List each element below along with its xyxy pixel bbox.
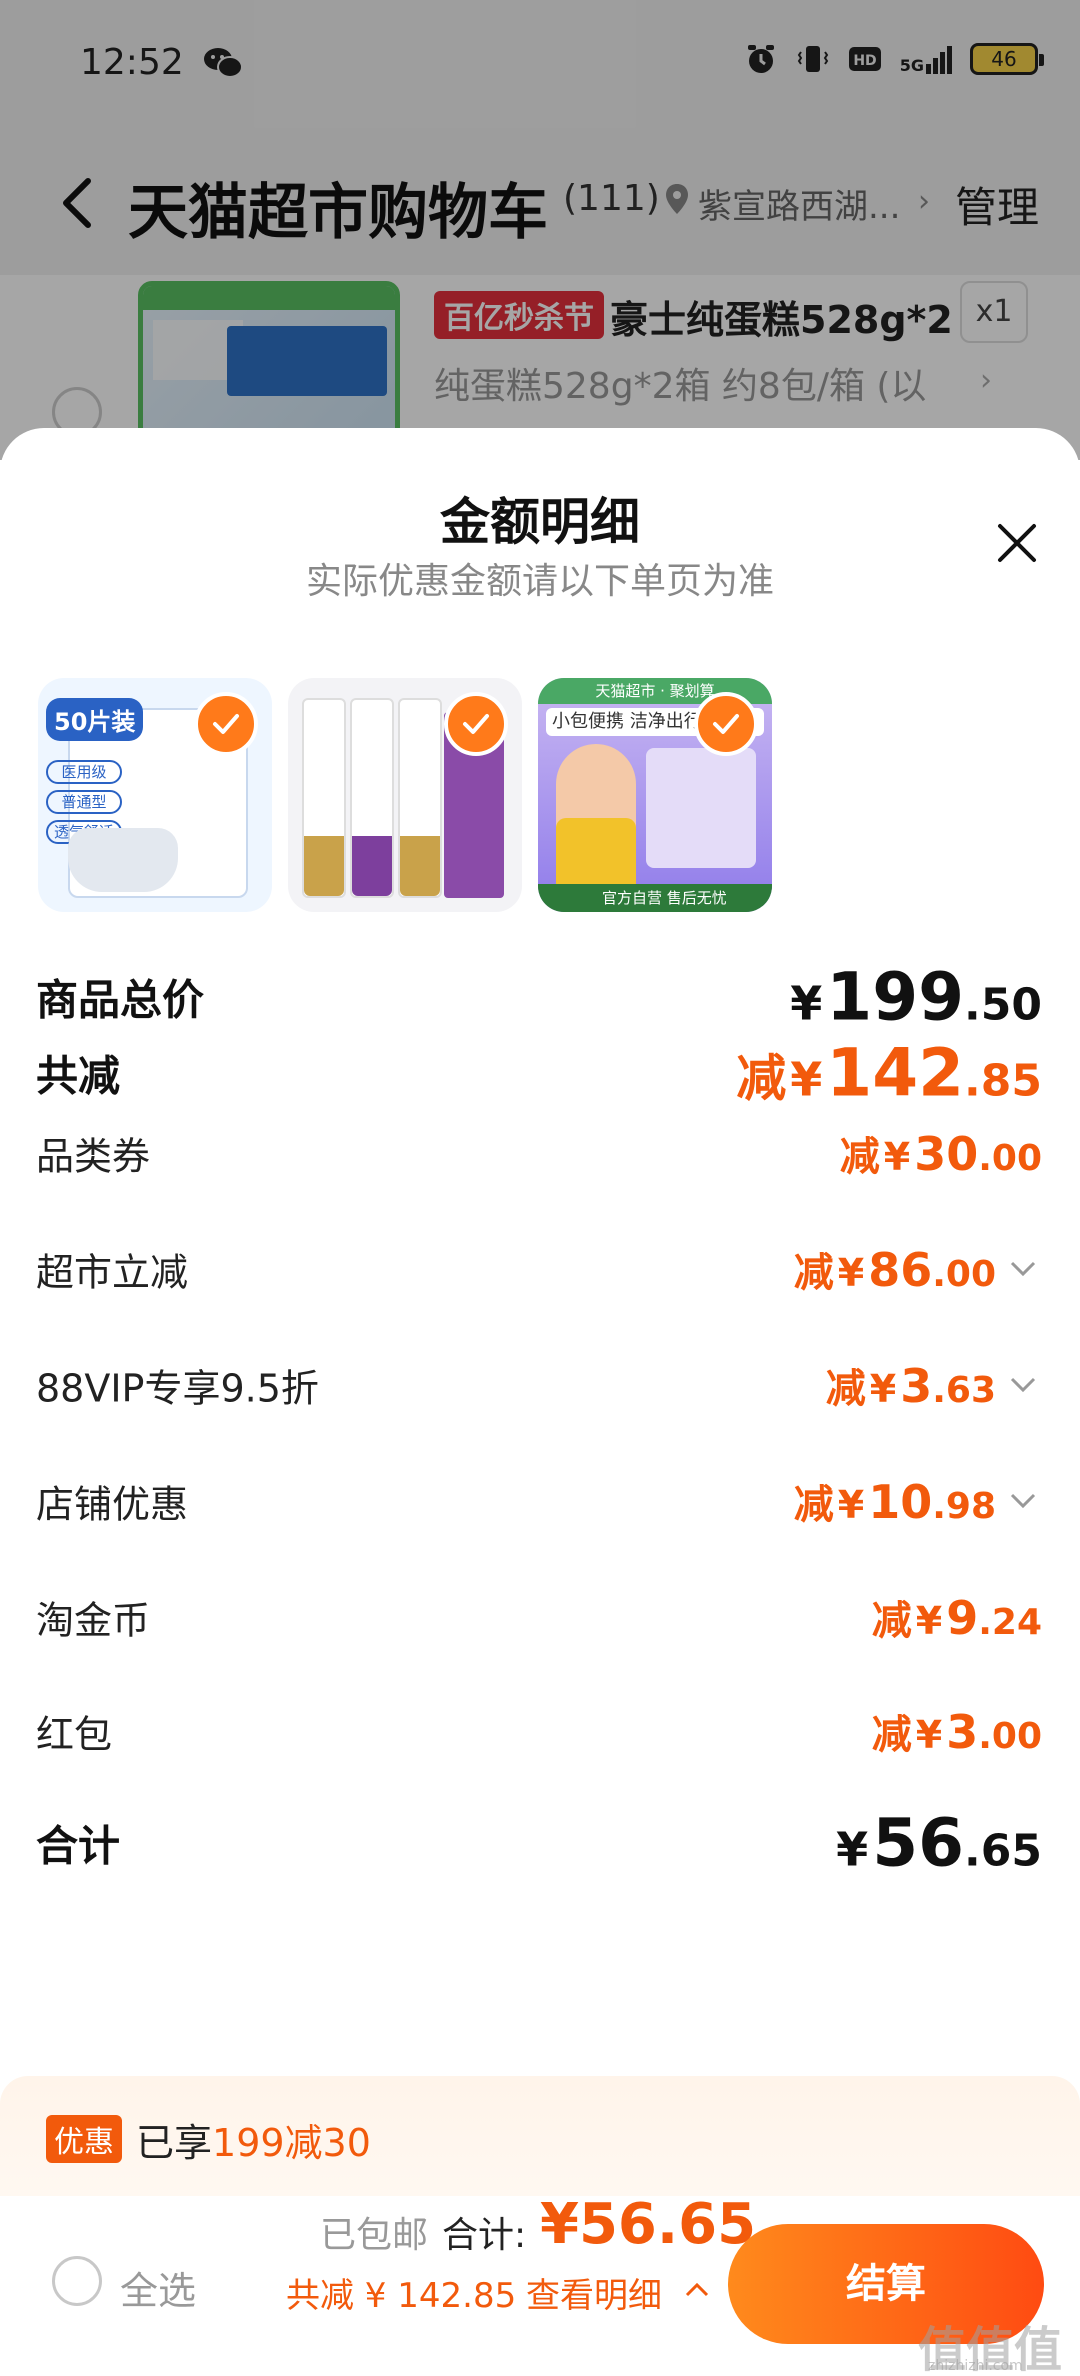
row-amount: 减 ¥3.63 — [826, 1356, 1038, 1414]
row-label: 店铺优惠 — [36, 1482, 189, 1527]
product-footer: 官方自营 售后无忧 — [538, 884, 772, 912]
row-amount: 减 ¥86.00 — [794, 1240, 1038, 1298]
product-thumbnail-mask[interactable]: 50片装 医用级 普通型 透气舒适 — [38, 678, 272, 912]
row-label: 合计 — [36, 1821, 121, 1871]
select-all-radio[interactable] — [52, 2256, 102, 2306]
sheet-title: 金额明细 — [440, 493, 640, 551]
row-label: 88VIP专享9.5折 — [36, 1366, 319, 1411]
feature-pill: 普通型 — [46, 790, 122, 814]
row-amount: 减 ¥3.00 — [871, 1705, 1042, 1759]
chevron-down-icon[interactable] — [1008, 1491, 1038, 1511]
row-amount: 减 ¥10.98 — [794, 1472, 1038, 1530]
total-amount: ¥56.65 — [540, 2192, 757, 2257]
product-thumbnail-wipes[interactable]: 天猫超市 · 聚划算 小包便携 洁净出行 官方自营 售后无忧 — [538, 678, 772, 912]
row-amount: ¥56.65 — [836, 1804, 1042, 1882]
chevron-down-icon[interactable] — [1008, 1375, 1038, 1395]
row-supermarket-discount[interactable]: 超市立减 减 ¥86.00 — [36, 1224, 1042, 1314]
free-shipping-label: 已包邮 — [320, 2215, 429, 2256]
row-label: 共减 — [36, 1051, 121, 1101]
checkmark-icon — [694, 692, 758, 756]
promo-strip: 优惠 已享199减30 — [0, 2076, 1080, 2196]
close-icon[interactable] — [994, 520, 1040, 566]
feature-pill: 医用级 — [46, 760, 122, 784]
row-label: 超市立减 — [36, 1250, 189, 1295]
row-amount: 减 ¥9.24 — [871, 1591, 1042, 1645]
dim-overlay[interactable] — [0, 0, 1080, 460]
row-amount: 减 ¥30.00 — [839, 1127, 1042, 1181]
chevron-down-icon[interactable] — [1008, 1259, 1038, 1279]
row-88vip-discount[interactable]: 88VIP专享9.5折 减 ¥3.63 — [36, 1340, 1042, 1430]
watermark-url: zhizhizhi.com — [928, 2358, 1023, 2374]
view-details-link[interactable]: 查看明细 — [526, 2268, 662, 2317]
selected-products: 50片装 医用级 普通型 透气舒适 天猫超市 · 聚划算 小包便携 洁净出行 — [38, 678, 772, 912]
row-red-packet: 红包 减 ¥3.00 — [36, 1686, 1042, 1776]
row-label: 淘金币 — [36, 1598, 151, 1643]
saved-amount: 共减 ¥ 142.85 — [286, 2276, 517, 2316]
pack-size-badge: 50片装 — [46, 698, 144, 741]
row-label: 红包 — [36, 1712, 113, 1757]
row-label: 品类券 — [36, 1134, 151, 1179]
product-thumbnail-toothpaste[interactable] — [288, 678, 522, 912]
promo-badge: 优惠 — [46, 2115, 122, 2163]
row-store-discount[interactable]: 店铺优惠 减 ¥10.98 — [36, 1456, 1042, 1546]
row-amount: 减 ¥142.85 — [736, 1034, 1042, 1112]
chevron-up-icon[interactable] — [684, 2280, 710, 2298]
promo-text: 已享199减30 — [136, 2121, 371, 2165]
row-amount: ¥199.50 — [790, 958, 1042, 1036]
checkmark-icon — [444, 692, 508, 756]
promo-highlight: 199减30 — [212, 2121, 371, 2165]
row-total: 合计 ¥56.65 — [36, 1798, 1042, 1888]
row-taojinbi: 淘金币 减 ¥9.24 — [36, 1572, 1042, 1662]
row-category-coupon: 品类券 减 ¥30.00 — [36, 1108, 1042, 1198]
select-all-label[interactable]: 全选 — [120, 2260, 196, 2315]
total-label: 合计: — [442, 2215, 527, 2256]
checkmark-icon — [194, 692, 258, 756]
row-total-discount: 共减 减 ¥142.85 — [36, 1028, 1042, 1118]
sheet-subtitle: 实际优惠金额请以下单页为准 — [305, 561, 774, 602]
row-label: 商品总价 — [36, 975, 205, 1025]
